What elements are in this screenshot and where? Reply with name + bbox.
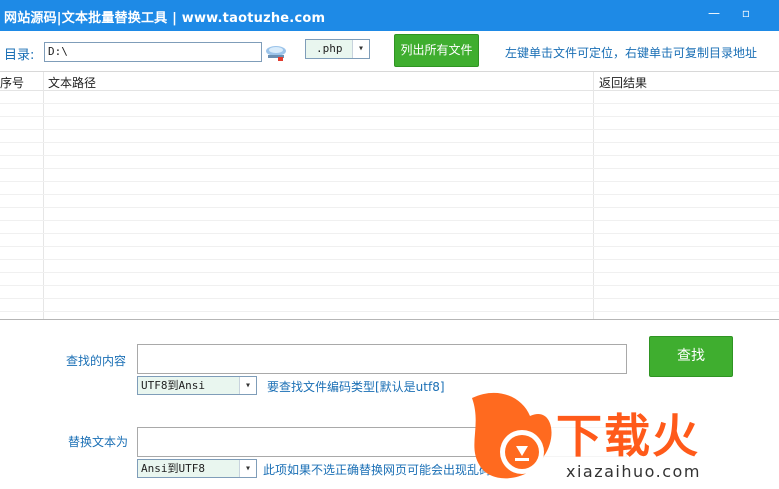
table-header: 序号 文本路径 返回结果 bbox=[0, 72, 779, 91]
table-row[interactable] bbox=[0, 286, 779, 299]
search-input[interactable] bbox=[137, 344, 627, 374]
table-row[interactable] bbox=[0, 91, 779, 104]
table-row[interactable] bbox=[0, 143, 779, 156]
search-button[interactable]: 查找 bbox=[649, 336, 733, 377]
table-row[interactable] bbox=[0, 169, 779, 182]
table-row[interactable] bbox=[0, 299, 779, 312]
chevron-down-icon[interactable]: ▾ bbox=[239, 460, 256, 477]
column-header-result[interactable]: 返回结果 bbox=[599, 74, 647, 91]
replace-encoding-note: 此项如果不选正确替换网页可能会出现乱码 bbox=[263, 463, 492, 477]
table-row[interactable] bbox=[0, 221, 779, 234]
table-row[interactable] bbox=[0, 130, 779, 143]
column-header-index[interactable]: 序号 bbox=[0, 74, 24, 91]
table-body bbox=[0, 91, 779, 312]
table-row[interactable] bbox=[0, 156, 779, 169]
replace-label: 替换文本为 bbox=[68, 435, 129, 449]
search-encoding-select[interactable]: UTF8到Ansi ▾ bbox=[137, 376, 257, 395]
table-row[interactable] bbox=[0, 182, 779, 195]
watermark-brand: 下载火 bbox=[556, 409, 700, 463]
file-extension-select[interactable]: .php ▾ bbox=[305, 39, 370, 59]
table-row[interactable] bbox=[0, 208, 779, 221]
table-row[interactable] bbox=[0, 117, 779, 130]
table-row[interactable] bbox=[0, 104, 779, 117]
watermark-url: xiazaihuo.com bbox=[566, 462, 701, 481]
window-title: 网站源码|文本批量替换工具 | www.taotuzhe.com bbox=[4, 11, 326, 26]
chevron-down-icon[interactable]: ▾ bbox=[239, 377, 256, 394]
column-header-path[interactable]: 文本路径 bbox=[48, 74, 96, 91]
search-encoding-value: UTF8到Ansi bbox=[141, 379, 205, 392]
search-encoding-note: 要查找文件编码类型[默认是utf8] bbox=[267, 380, 445, 394]
replace-encoding-select[interactable]: Ansi到UTF8 ▾ bbox=[137, 459, 257, 478]
replace-encoding-value: Ansi到UTF8 bbox=[141, 462, 205, 475]
title-bar: 网站源码|文本批量替换工具 | www.taotuzhe.com — ▫ bbox=[0, 0, 779, 31]
chevron-down-icon[interactable]: ▾ bbox=[352, 40, 369, 58]
table-row[interactable] bbox=[0, 260, 779, 273]
directory-input[interactable]: D:\ bbox=[44, 42, 262, 62]
table-row[interactable] bbox=[0, 234, 779, 247]
usage-hint: 左键单击文件可定位，右键单击可复制目录地址 bbox=[505, 46, 758, 60]
file-extension-value: .php bbox=[316, 42, 343, 55]
folder-browse-icon[interactable] bbox=[264, 42, 288, 62]
maximize-button[interactable]: ▫ bbox=[736, 4, 756, 22]
file-list-table[interactable]: 序号 文本路径 返回结果 bbox=[0, 71, 779, 320]
minimize-button[interactable]: — bbox=[704, 4, 724, 22]
table-row[interactable] bbox=[0, 273, 779, 286]
list-all-files-button[interactable]: 列出所有文件 bbox=[394, 34, 479, 67]
table-row[interactable] bbox=[0, 247, 779, 260]
directory-label: 目录: bbox=[4, 48, 35, 63]
search-label: 查找的内容 bbox=[66, 354, 127, 368]
table-row[interactable] bbox=[0, 195, 779, 208]
